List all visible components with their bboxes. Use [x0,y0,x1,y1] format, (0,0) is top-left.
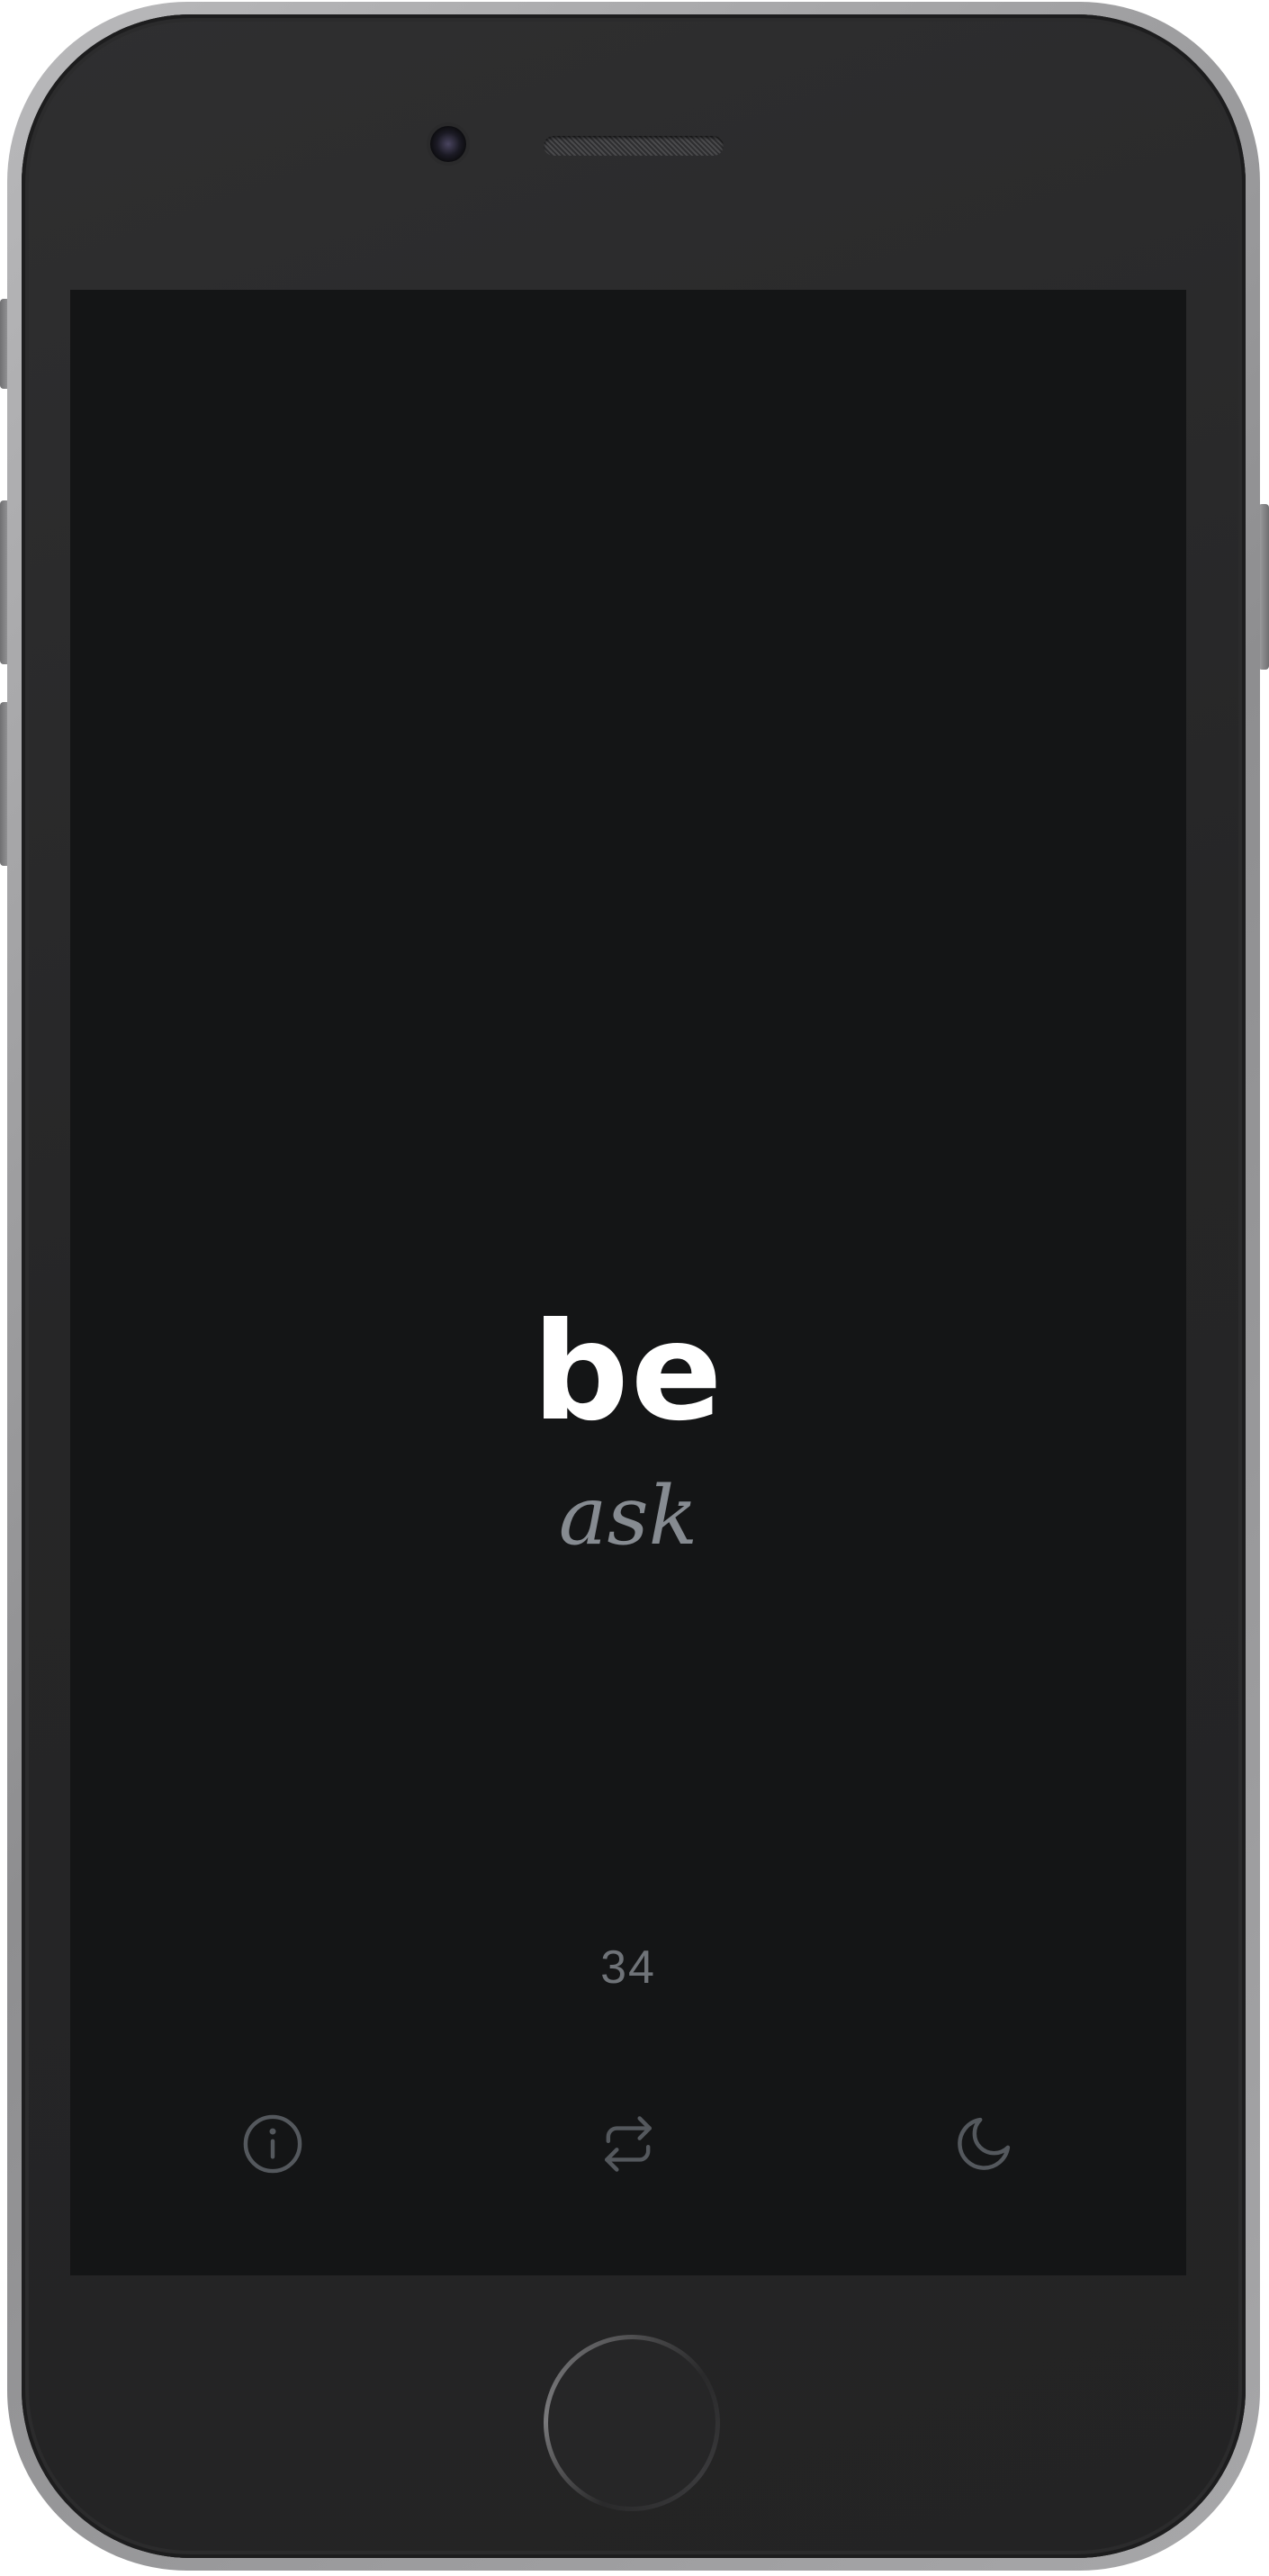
info-circle-icon [243,2114,302,2174]
home-button[interactable] [544,2335,720,2511]
primary-word: be [532,1294,724,1451]
front-camera [430,126,466,162]
dark-mode-button[interactable] [939,2099,1029,2189]
secondary-word: ask [558,1469,698,1563]
device-mockup: be ask 34 [0,0,1269,2576]
info-button[interactable] [228,2099,318,2189]
repeat-icon [605,2116,652,2172]
moon-icon [958,2117,1011,2170]
earpiece-speaker [544,136,724,156]
word-counter: 34 [600,1941,656,1994]
shuffle-repeat-button[interactable] [583,2099,673,2189]
app-screen: be ask 34 [70,290,1186,2275]
